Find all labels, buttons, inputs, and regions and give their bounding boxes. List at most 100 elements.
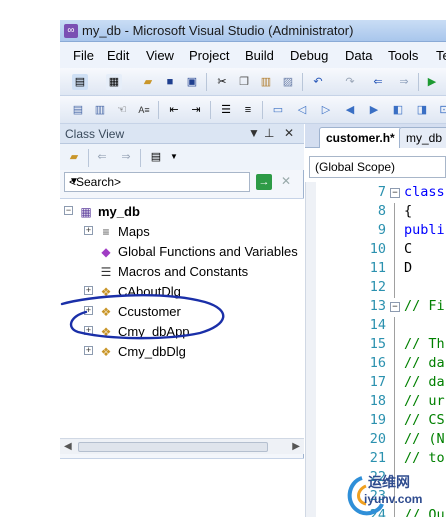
forward-icon[interactable]: ⇒	[118, 149, 134, 165]
delete-icon[interactable]: ▨	[280, 74, 296, 90]
code-line[interactable]: 18 // ur	[316, 393, 446, 412]
save-all-icon[interactable]: ▣	[184, 74, 200, 90]
settings-dropdown-icon[interactable]: ▼	[166, 149, 182, 165]
scope-dropdown[interactable]: (Global Scope)	[309, 156, 446, 178]
tree-item-my-db[interactable]: − ▦ my_db	[64, 203, 300, 221]
new-folder-icon[interactable]: ▰	[66, 149, 82, 165]
fold-toggle-icon[interactable]: −	[390, 302, 400, 312]
outline-bar	[394, 450, 395, 469]
tab-customer-h[interactable]: customer.h*	[319, 127, 402, 148]
code-line[interactable]: 20 // (N	[316, 431, 446, 450]
class-view-settings-icon[interactable]: ▤	[148, 149, 164, 165]
previous-bookmark-icon[interactable]: ◁	[294, 102, 310, 118]
menu-project[interactable]: Project	[189, 48, 229, 63]
menu-edit[interactable]: Edit	[107, 48, 129, 63]
search-input[interactable]: <Search> ▼	[64, 172, 250, 192]
tree-item-macros[interactable]: ☰ Macros and Constants	[84, 263, 300, 281]
next-bookmark-document-icon[interactable]: ◨	[414, 102, 430, 118]
copy-icon[interactable]: ❐	[236, 74, 252, 90]
quick-info-icon[interactable]: ☜	[114, 102, 130, 118]
next-bookmark-folder-icon[interactable]: ▶	[366, 102, 382, 118]
save-icon[interactable]: ■	[162, 74, 178, 90]
search-go-icon[interactable]: →	[256, 174, 272, 190]
increase-indent-icon[interactable]: ⇥	[188, 102, 204, 118]
redo-icon[interactable]: ↷	[342, 74, 358, 90]
fold-toggle-icon[interactable]: −	[390, 188, 400, 198]
expand-icon[interactable]: +	[84, 226, 93, 235]
display-object-member-icon[interactable]: ▤	[70, 102, 86, 118]
window-position-dropdown-icon[interactable]: ▼	[248, 126, 260, 140]
expand-icon[interactable]: +	[84, 286, 93, 295]
comment-lines-icon[interactable]: ☰	[218, 102, 234, 118]
expand-icon[interactable]: +	[84, 306, 93, 315]
tree-item-caboutdlg[interactable]: + ❖ CAboutDlg	[84, 283, 300, 301]
menu-file[interactable]: File	[73, 48, 94, 63]
toolbar-separator	[206, 73, 207, 91]
menu-view[interactable]: View	[146, 48, 174, 63]
code-line[interactable]: 10 C	[316, 241, 446, 260]
tree-item-ccustomer[interactable]: + ❖ Ccustomer	[84, 303, 300, 321]
clear-search-icon[interactable]: ✕	[278, 174, 294, 190]
outline-bar	[394, 279, 395, 298]
toggle-bookmark-icon[interactable]: ▭	[270, 102, 286, 118]
tree-item-maps[interactable]: + ≡ Maps	[84, 223, 300, 241]
class-tree: − ▦ my_db + ≡ Maps ◆ Global Functions an…	[60, 198, 304, 438]
uncomment-lines-icon[interactable]: ≡	[240, 102, 256, 118]
code-line[interactable]: 9 publi	[316, 222, 446, 241]
clear-bookmarks-icon[interactable]: ⊡	[436, 102, 446, 118]
collapse-icon[interactable]: −	[64, 206, 73, 215]
scrollbar-thumb[interactable]	[78, 442, 268, 452]
tree-item-global-functions[interactable]: ◆ Global Functions and Variables	[84, 243, 300, 261]
code-line[interactable]: 12	[316, 279, 446, 298]
code-text: // Fi	[404, 298, 445, 314]
chevron-down-icon[interactable]: ▼	[69, 176, 246, 187]
new-project-icon[interactable]: ▤	[72, 74, 88, 90]
menu-debug[interactable]: Debug	[290, 48, 328, 63]
expand-icon[interactable]: +	[84, 326, 93, 335]
complete-word-icon[interactable]: A≡	[136, 102, 152, 118]
close-icon[interactable]: ✕	[284, 126, 294, 140]
open-folder-icon[interactable]: ▰	[140, 74, 156, 90]
code-area[interactable]: 7− class 8{9 publi 10 C 11 D 12 13−// Fi 14 15// Th…	[305, 182, 446, 517]
code-line[interactable]: 7− class	[316, 184, 446, 203]
code-line[interactable]: 16 // da	[316, 355, 446, 374]
code-line[interactable]: 14	[316, 317, 446, 336]
code-line[interactable]: 15 // Th	[316, 336, 446, 355]
code-text: // to	[404, 450, 445, 466]
tree-item-cmy-dbdlg[interactable]: + ❖ Cmy_dbDlg	[84, 343, 300, 361]
auto-hide-pin-icon[interactable]: ⊥	[264, 126, 274, 140]
tree-item-cmy-dbapp[interactable]: + ❖ Cmy_dbApp	[84, 323, 300, 341]
code-line[interactable]: 11 D	[316, 260, 446, 279]
code-line[interactable]: 17 // da	[316, 374, 446, 393]
code-line[interactable]: 19 // CS	[316, 412, 446, 431]
menu-build[interactable]: Build	[245, 48, 274, 63]
menu-data[interactable]: Data	[345, 48, 372, 63]
add-item-icon[interactable]: ▦	[106, 74, 122, 90]
next-bookmark-icon[interactable]: ▷	[318, 102, 334, 118]
line-number: 17	[369, 374, 386, 390]
horizontal-scrollbar[interactable]: ◀ ▶	[60, 438, 304, 454]
navigate-backward-icon[interactable]: ⇐	[370, 74, 386, 90]
previous-bookmark-document-icon[interactable]: ◧	[390, 102, 406, 118]
cut-icon[interactable]: ✂	[214, 74, 230, 90]
paste-icon[interactable]: ▥	[258, 74, 274, 90]
undo-icon[interactable]: ↶	[310, 74, 326, 90]
start-debugging-icon[interactable]: ▶	[424, 74, 440, 90]
parameter-info-icon[interactable]: ▥	[92, 102, 108, 118]
line-number: 20	[369, 431, 386, 447]
scroll-right-icon[interactable]: ▶	[292, 441, 300, 452]
code-line[interactable]: 8{	[316, 203, 446, 222]
code-line[interactable]: 21 // to	[316, 450, 446, 469]
menu-te[interactable]: Te	[436, 48, 446, 63]
previous-bookmark-folder-icon[interactable]: ◀	[342, 102, 358, 118]
menu-tools[interactable]: Tools	[388, 48, 418, 63]
scroll-left-icon[interactable]: ◀	[64, 441, 72, 452]
toolbar-separator	[302, 73, 303, 91]
back-icon[interactable]: ⇐	[94, 149, 110, 165]
tab-my-db[interactable]: my_db	[399, 127, 446, 148]
code-line[interactable]: 13−// Fi	[316, 298, 446, 317]
navigate-forward-icon[interactable]: ⇒	[396, 74, 412, 90]
expand-icon[interactable]: +	[84, 346, 93, 355]
decrease-indent-icon[interactable]: ⇤	[166, 102, 182, 118]
outline-bar	[394, 241, 395, 260]
